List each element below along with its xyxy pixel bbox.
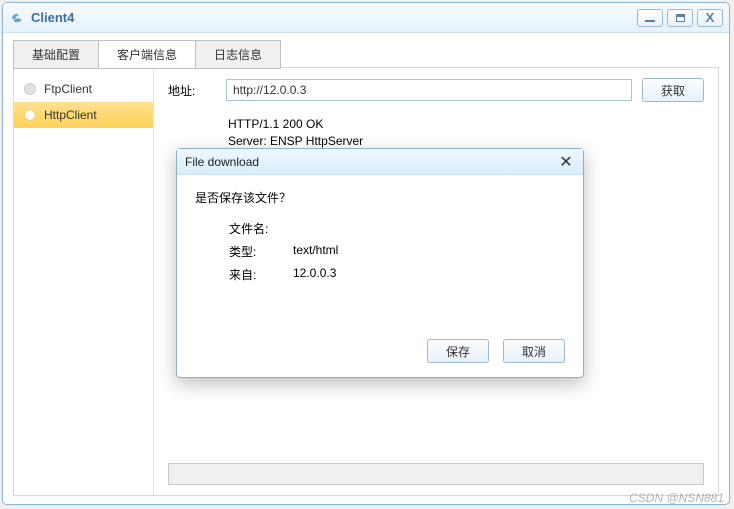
sidebar-item-label: HttpClient bbox=[44, 108, 97, 122]
address-input[interactable] bbox=[226, 79, 632, 101]
dialog-prompt: 是否保存该文件？ bbox=[195, 189, 565, 206]
dot-icon bbox=[24, 83, 36, 95]
minimize-button[interactable] bbox=[637, 9, 663, 27]
watermark: CSDN @NSN881 bbox=[629, 491, 724, 505]
tab-client-info[interactable]: 客户端信息 bbox=[99, 40, 196, 69]
file-download-dialog: File download ✕ 是否保存该文件？ 文件名: 类型: text/h… bbox=[176, 148, 584, 378]
type-value: text/html bbox=[293, 243, 338, 260]
dialog-title: File download bbox=[185, 155, 557, 169]
filename-label: 文件名: bbox=[229, 220, 293, 237]
address-row: 地址: 获取 bbox=[168, 78, 704, 102]
sidebar-item-ftpclient[interactable]: FtpClient bbox=[14, 76, 153, 102]
tab-basic-config[interactable]: 基础配置 bbox=[13, 40, 99, 69]
close-button[interactable]: X bbox=[697, 9, 723, 27]
fetch-button[interactable]: 获取 bbox=[642, 78, 704, 102]
dialog-body: 是否保存该文件？ 文件名: 类型: text/html 来自: 12.0.0.3 bbox=[177, 175, 583, 339]
cancel-button[interactable]: 取消 bbox=[503, 339, 565, 363]
tabs: 基础配置 客户端信息 日志信息 bbox=[13, 39, 719, 68]
sidebar: FtpClient HttpClient bbox=[14, 68, 154, 495]
from-value: 12.0.0.3 bbox=[293, 266, 336, 283]
maximize-button[interactable] bbox=[667, 9, 693, 27]
window-title: Client4 bbox=[31, 10, 633, 25]
dialog-row-type: 类型: text/html bbox=[229, 243, 565, 260]
dot-icon bbox=[24, 109, 36, 121]
address-label: 地址: bbox=[168, 82, 216, 99]
dialog-row-filename: 文件名: bbox=[229, 220, 565, 237]
sidebar-item-httpclient[interactable]: HttpClient bbox=[14, 102, 153, 128]
save-button[interactable]: 保存 bbox=[427, 339, 489, 363]
app-logo-icon bbox=[9, 10, 25, 26]
dialog-close-icon[interactable]: ✕ bbox=[557, 152, 575, 172]
dialog-row-from: 来自: 12.0.0.3 bbox=[229, 266, 565, 283]
dialog-buttons: 保存 取消 bbox=[177, 339, 583, 377]
status-strip bbox=[168, 463, 704, 485]
dialog-titlebar[interactable]: File download ✕ bbox=[177, 149, 583, 175]
tab-log-info[interactable]: 日志信息 bbox=[196, 40, 281, 69]
titlebar[interactable]: Client4 X bbox=[3, 3, 729, 33]
sidebar-item-label: FtpClient bbox=[44, 82, 92, 96]
from-label: 来自: bbox=[229, 266, 293, 283]
type-label: 类型: bbox=[229, 243, 293, 260]
